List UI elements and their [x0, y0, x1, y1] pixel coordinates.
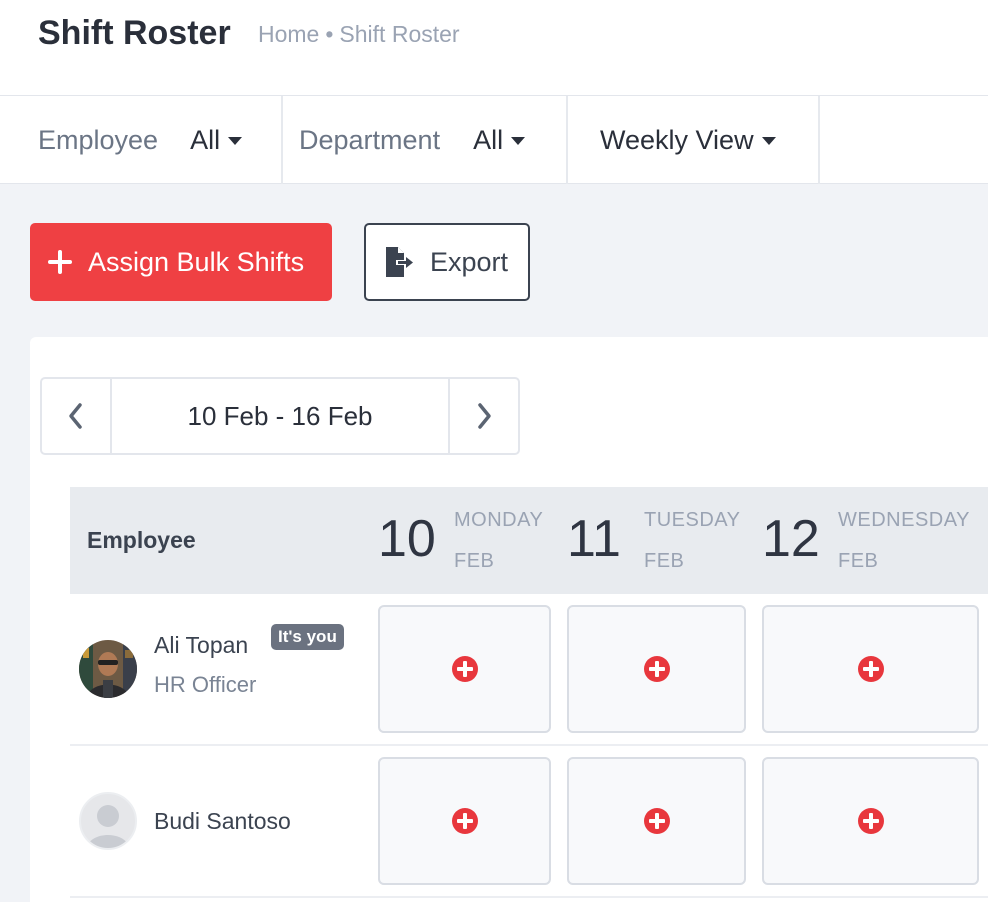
caret-down-icon [511, 137, 526, 145]
day-header-tuesday: 11 TUESDAY FEB [567, 487, 757, 594]
roster-grid-header: Employee 10 MONDAY FEB 11 TUESDAY FEB 12… [70, 487, 988, 594]
table-row: Ali Topan It's you HR Officer [70, 594, 988, 746]
chevron-left-icon [69, 403, 82, 429]
current-user-badge: It's you [271, 624, 344, 650]
view-selector-selected: Weekly View [600, 124, 754, 155]
add-shift-slot[interactable] [762, 757, 979, 885]
assign-bulk-shifts-label: Assign Bulk Shifts [88, 246, 305, 277]
breadcrumb: Home • Shift Roster [258, 21, 460, 48]
employee-filter[interactable]: Employee All [0, 96, 283, 184]
breadcrumb-separator: • [325, 21, 334, 47]
employee-role: HR Officer [154, 672, 257, 697]
day-month: FEB [454, 550, 495, 572]
add-circle-icon [451, 808, 478, 834]
add-shift-slot[interactable] [762, 605, 979, 733]
add-circle-icon [451, 656, 478, 682]
day-header-monday: 10 MONDAY FEB [378, 487, 568, 594]
employee-name: Budi Santoso [154, 808, 291, 834]
day-name: WEDNESDAY [838, 509, 970, 531]
chevron-right-icon [478, 403, 491, 429]
add-circle-icon [643, 808, 670, 834]
export-label: Export [430, 246, 509, 277]
plus-icon [48, 250, 72, 274]
filter-bar: Employee All Department All Weekly View [0, 96, 988, 184]
export-button[interactable]: Export [364, 223, 530, 301]
default-user-icon[interactable] [79, 792, 137, 850]
day-month: FEB [644, 550, 685, 572]
day-number: 10 [378, 510, 436, 568]
employee-filter-label: Employee [38, 124, 159, 155]
day-header-wednesday: 12 WEDNESDAY FEB [762, 487, 988, 594]
employee-name: Ali Topan [154, 632, 249, 658]
add-circle-icon [643, 656, 670, 682]
department-filter-value[interactable]: All [473, 124, 526, 156]
department-filter[interactable]: Department All [283, 96, 568, 184]
caret-down-icon [228, 137, 243, 145]
day-number: 12 [762, 510, 820, 568]
employee-filter-selected: All [190, 124, 221, 155]
top-bar: Shift Roster Home • Shift Roster [0, 0, 988, 96]
add-shift-slot[interactable] [567, 757, 746, 885]
week-range: 10 Feb - 16 Feb [187, 400, 373, 431]
add-circle-icon [857, 656, 884, 682]
prev-week-button[interactable] [42, 379, 112, 453]
next-week-button[interactable] [448, 379, 518, 453]
table-row: Budi Santoso [70, 746, 988, 898]
add-shift-slot[interactable] [567, 605, 746, 733]
avatar[interactable] [79, 640, 137, 698]
add-circle-icon [857, 808, 884, 834]
employee-column-header: Employee [87, 527, 196, 553]
employee-filter-value[interactable]: All [190, 124, 243, 156]
assign-bulk-shifts-button[interactable]: Assign Bulk Shifts [30, 223, 332, 301]
page-title: Shift Roster [38, 14, 231, 52]
add-shift-slot[interactable] [378, 757, 551, 885]
day-name: MONDAY [454, 509, 544, 531]
department-filter-label: Department [299, 124, 441, 155]
week-navigator: 10 Feb - 16 Feb [40, 377, 520, 455]
day-month: FEB [838, 550, 879, 572]
department-filter-selected: All [473, 124, 504, 155]
view-selector[interactable]: Weekly View [568, 96, 820, 184]
view-selector-value[interactable]: Weekly View [600, 125, 776, 156]
day-name: TUESDAY [644, 509, 741, 531]
caret-down-icon [761, 137, 776, 145]
add-shift-slot[interactable] [378, 605, 551, 733]
day-number: 11 [567, 510, 621, 568]
breadcrumb-current: Shift Roster [339, 21, 460, 47]
file-export-icon [386, 247, 413, 277]
breadcrumb-home[interactable]: Home [258, 21, 319, 47]
